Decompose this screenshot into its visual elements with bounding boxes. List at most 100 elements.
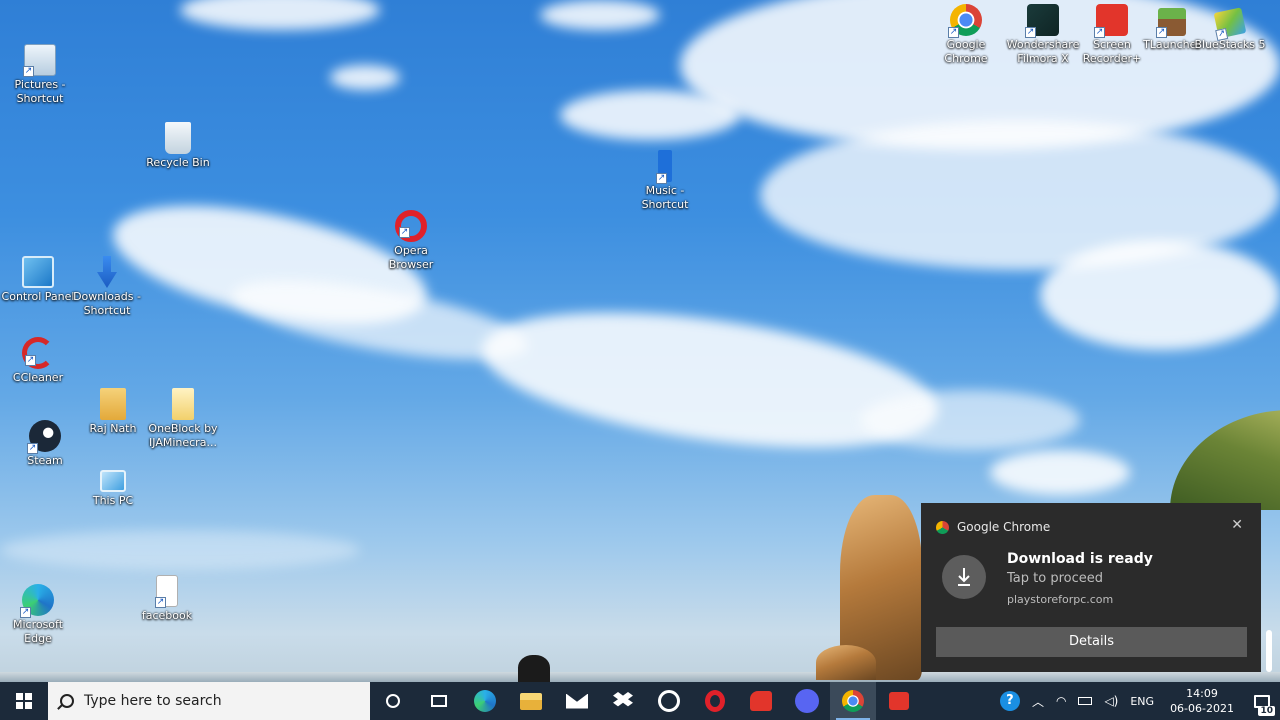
file-explorer-icon	[520, 692, 542, 710]
steam-icon: ↗	[27, 420, 61, 454]
desktop-icon-label: Downloads - Shortcut	[73, 290, 141, 317]
music-icon: ↗	[656, 150, 672, 184]
task-view-icon	[431, 695, 447, 707]
tlauncher-icon: ↗	[1156, 8, 1186, 38]
desktop-icon-bluestacks[interactable]: ↗ BlueStacks 5	[1192, 7, 1268, 52]
taskbar-screen-recorder[interactable]	[876, 682, 922, 720]
clock[interactable]: 14:09 06-06-2021	[1160, 686, 1244, 716]
taskbar-chrome[interactable]	[830, 682, 876, 720]
toast-header: Google Chrome	[936, 520, 1050, 534]
desktop-icon-music[interactable]: ↗ Music - Shortcut	[627, 150, 703, 212]
desktop-icon-label: Music - Shortcut	[641, 184, 689, 211]
taskbar-file-explorer[interactable]	[508, 682, 554, 720]
file-icon: ↗	[155, 575, 178, 608]
dropbox-icon	[613, 692, 633, 707]
avast-icon	[658, 690, 680, 712]
screen-recorder-icon	[889, 692, 909, 710]
this-pc-icon	[100, 470, 126, 492]
edge-icon: ↗	[20, 584, 54, 618]
desktop-icon-this-pc[interactable]: This PC	[75, 470, 151, 508]
notification-center-button[interactable]: 10	[1244, 682, 1280, 720]
cortana-button[interactable]	[370, 682, 416, 720]
download-icon	[942, 555, 986, 599]
windows-logo-icon	[16, 693, 32, 709]
cloud	[860, 390, 1080, 450]
taskbar-edge[interactable]	[462, 682, 508, 720]
rock	[816, 645, 876, 680]
search-icon	[60, 694, 74, 708]
desktop-icon-oneblock[interactable]: OneBlock by IJAMinecra...	[145, 388, 221, 450]
desktop-icon-label: Steam	[27, 454, 63, 467]
taskbar-shutdown-app[interactable]	[738, 682, 784, 720]
taskbar-discord[interactable]	[784, 682, 830, 720]
clock-date: 06-06-2021	[1170, 702, 1234, 715]
edge-icon	[474, 690, 496, 712]
desktop-icon-downloads[interactable]: Downloads - Shortcut	[69, 256, 145, 318]
cloud	[990, 450, 1130, 495]
task-view-button[interactable]	[416, 682, 462, 720]
taskbar-avast[interactable]	[646, 682, 692, 720]
desktop-icon-label: Microsoft Edge	[12, 618, 64, 645]
desktop-icon-filmora[interactable]: ↗ Wondershare Filmora X	[1005, 4, 1081, 66]
desktop-icon-label: Recycle Bin	[146, 156, 210, 169]
desktop-icon-label: This PC	[92, 494, 134, 507]
desktop-icon-steam[interactable]: ↗ Steam	[7, 420, 83, 468]
search-placeholder: Type here to search	[84, 693, 222, 709]
pictures-icon: ↗	[23, 44, 56, 77]
toast-subtitle: Tap to proceed	[1007, 571, 1103, 586]
opera-icon	[705, 690, 725, 712]
user-folder-icon	[100, 388, 126, 420]
taskbar-dropbox[interactable]	[600, 682, 646, 720]
battery-icon[interactable]	[1078, 697, 1093, 705]
desktop-icon-label: OneBlock by IJAMinecra...	[148, 422, 218, 449]
bluestacks-icon: ↗	[1213, 7, 1247, 41]
desktop-icon-chrome[interactable]: ↗ Google Chrome	[928, 4, 1004, 66]
system-tray: ? ︿ ◠ ◁) ENG 14:09 06-06-2021 10	[994, 682, 1280, 720]
desktop-icon-label: Raj Nath	[89, 422, 137, 435]
discord-icon	[795, 689, 819, 713]
clock-time: 14:09	[1186, 687, 1218, 700]
desktop-icon-control-panel[interactable]: Control Panel	[0, 256, 76, 304]
desktop-icon-label: Google Chrome	[944, 38, 988, 65]
taskbar-search-box[interactable]: Type here to search	[48, 682, 370, 720]
chrome-download-notification[interactable]: Google Chrome ✕ Download is ready Tap to…	[921, 503, 1261, 672]
wifi-icon[interactable]: ◠	[1050, 694, 1072, 708]
volume-icon[interactable]: ◁)	[1098, 694, 1124, 708]
chevron-up-icon[interactable]: ︿	[1026, 693, 1050, 710]
cloud	[0, 530, 360, 570]
notification-scrollbar[interactable]	[1266, 630, 1272, 672]
toast-title: Download is ready	[1007, 551, 1153, 567]
mail-icon	[566, 693, 588, 709]
taskbar-mail[interactable]	[554, 682, 600, 720]
desktop-icon-label: Opera Browser	[388, 244, 434, 271]
desktop-icon-raj-nath[interactable]: Raj Nath	[75, 388, 151, 436]
taskbar: Type here to search ? ︿ ◠ ◁) ENG 14:09 0…	[0, 682, 1280, 720]
toast-source: playstoreforpc.com	[1007, 593, 1114, 606]
close-icon[interactable]: ✕	[1231, 517, 1243, 533]
desktop-icon-label: Pictures - Shortcut	[14, 78, 66, 105]
language-indicator[interactable]: ENG	[1124, 695, 1160, 708]
desktop-icon-facebook[interactable]: ↗ facebook	[129, 575, 205, 623]
shutdown-app-icon	[750, 691, 772, 711]
help-icon[interactable]: ?	[999, 691, 1020, 711]
person-silhouette	[518, 655, 550, 683]
desktop-icon-label: facebook	[141, 609, 193, 622]
filmora-icon: ↗	[1025, 4, 1059, 38]
folder-icon	[172, 388, 194, 420]
cloud	[540, 0, 660, 30]
desktop-icon-ccleaner[interactable]: ↗ CCleaner	[0, 337, 76, 385]
downloads-icon	[97, 256, 117, 288]
desktop-icon-pictures[interactable]: ↗ Pictures - Shortcut	[2, 44, 78, 106]
desktop-icon-label: CCleaner	[12, 371, 64, 384]
desktop-icon-recycle-bin[interactable]: Recycle Bin	[140, 122, 216, 170]
details-button[interactable]: Details	[936, 627, 1247, 657]
desktop-icon-label: Wondershare Filmora X	[1006, 38, 1080, 65]
desktop-icon-opera[interactable]: ↗ Opera Browser	[373, 210, 449, 272]
cloud	[180, 0, 380, 30]
start-button[interactable]	[0, 682, 48, 720]
cloud	[473, 288, 947, 472]
cortana-icon	[386, 694, 400, 708]
desktop-icon-edge[interactable]: ↗ Microsoft Edge	[0, 584, 76, 646]
chrome-icon	[842, 690, 864, 712]
taskbar-opera[interactable]	[692, 682, 738, 720]
